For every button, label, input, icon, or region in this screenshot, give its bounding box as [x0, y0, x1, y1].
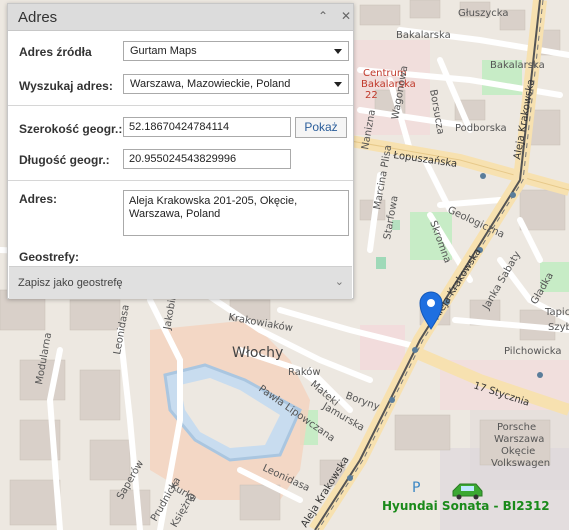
map-label: Włochy [232, 345, 283, 361]
address-panel: Adres ⌃ ✕ Adres źródła Gurtam Maps Wyszu… [7, 3, 354, 299]
search-label: Wyszukaj adres: [19, 79, 113, 93]
save-geofence-label: Zapisz jako geostrefę [18, 277, 123, 289]
chevron-down-icon [334, 49, 342, 54]
chevron-down-icon: ⌄ [334, 276, 344, 288]
map-label: 22 [365, 90, 378, 101]
latitude-field[interactable]: 52.18670424784114 [123, 117, 291, 137]
search-address-select[interactable]: Warszawa, Mazowieckie, Poland [123, 74, 349, 94]
map-label: Warszawa [494, 434, 544, 445]
close-icon[interactable]: ✕ [341, 9, 351, 23]
chevron-down-icon [334, 82, 342, 87]
divider [8, 105, 353, 106]
address-field[interactable]: Aleja Krakowska 201-205, Okęcie, Warszaw… [123, 190, 349, 236]
latitude-label: Szerokość geogr.: [19, 122, 123, 136]
geofences-label: Geostrefy: [19, 250, 80, 264]
save-geofence-dropdown[interactable]: Zapisz jako geostrefę ⌄ [9, 266, 352, 299]
source-select-value: Gurtam Maps [130, 45, 197, 57]
search-address-value: Warszawa, Mazowieckie, Poland [130, 78, 291, 90]
longitude-label: Długość geogr.: [19, 153, 110, 167]
map-label: Bakalarska [490, 60, 545, 71]
map-label: Okęcie [501, 446, 535, 457]
map-label: Podborska [455, 123, 507, 134]
map-label: Pilchowicka [504, 346, 562, 357]
panel-header: Adres ⌃ ✕ [8, 4, 353, 31]
map-label: Szybka [548, 322, 569, 333]
parking-icon: P [412, 480, 421, 496]
vehicle-label[interactable]: Hyundai Sonata - BI2312 [382, 499, 550, 513]
source-label: Adres źródła [19, 45, 92, 59]
map-label: Bakalarska [396, 30, 451, 41]
source-select[interactable]: Gurtam Maps [123, 41, 349, 61]
show-button[interactable]: Pokaż [295, 117, 347, 138]
double-chevron-up-icon[interactable]: ⌃ [318, 9, 328, 23]
map-label: Głuszycka [458, 8, 509, 19]
map-label: Porsche [497, 422, 536, 433]
panel-title: Adres [18, 9, 58, 26]
divider [8, 180, 353, 181]
map-label: Volkswagen [491, 458, 550, 469]
address-label: Adres: [19, 192, 58, 206]
longitude-field[interactable]: 20.955024543829996 [123, 149, 291, 169]
map-label: Raków [288, 366, 321, 378]
map-label: Tapicerskie [544, 307, 569, 318]
